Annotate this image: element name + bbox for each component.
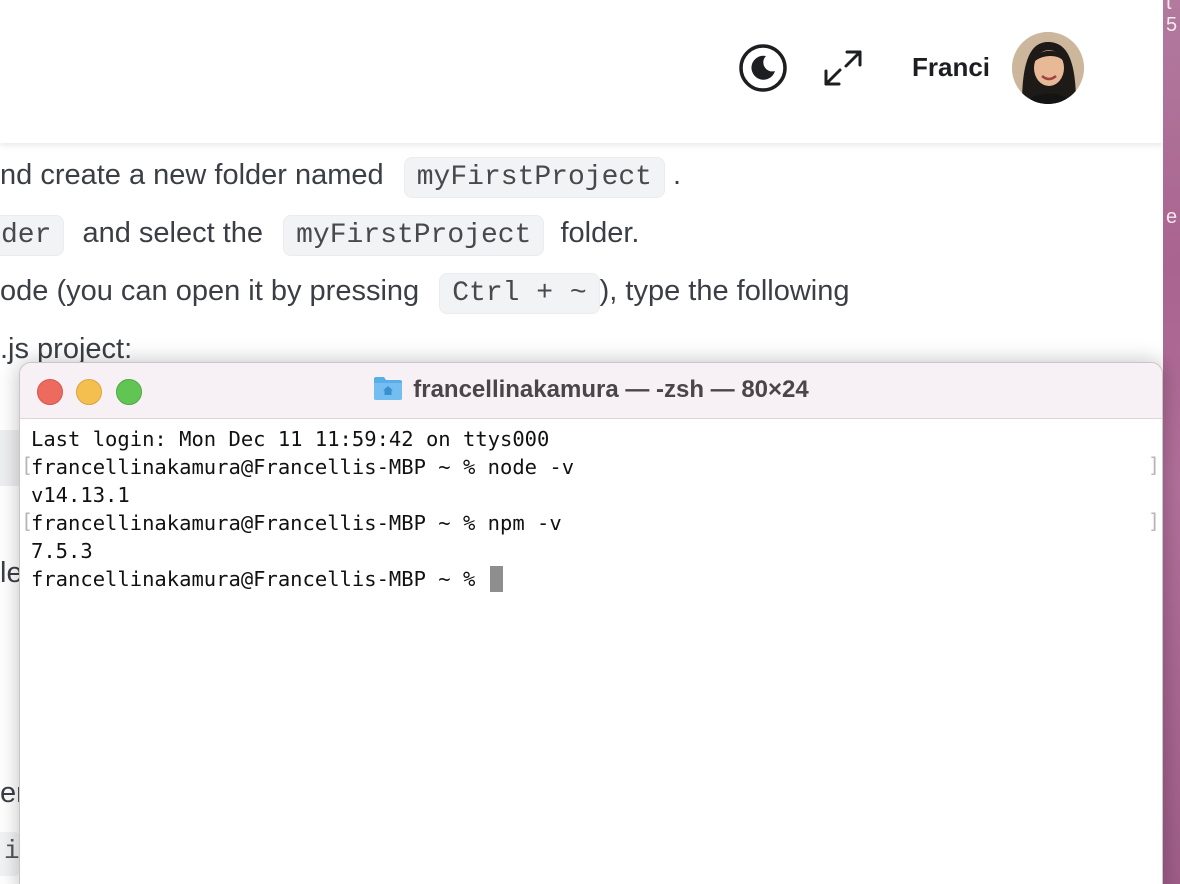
instruction-text: nd create a new folder named — [0, 159, 384, 191]
inline-code: Ctrl + ~ — [439, 273, 600, 314]
desktop-glyph: e — [1166, 206, 1178, 228]
terminal-line: francellinakamura@Francellis-MBP ~ % nod… — [31, 455, 575, 479]
instruction-line: der and select the myFirstProject folder… — [0, 215, 639, 256]
terminal-title-text: francellinakamura — -zsh — 80×24 — [413, 376, 809, 403]
instruction-text: ode (you can open it by pressing — [0, 275, 420, 307]
moon-toggle-icon[interactable] — [739, 44, 787, 92]
terminal-line: francellinakamura@Francellis-MBP ~ % npm… — [31, 511, 562, 535]
terminal-output[interactable]: Last login: Mon Dec 11 11:59:42 on ttys0… — [20, 419, 1162, 884]
terminal-title: francellinakamura — -zsh — 80×24 — [20, 375, 1162, 404]
code-block-edge — [0, 430, 20, 486]
desktop-wallpaper: t 5 e — [1163, 0, 1180, 884]
inline-code-fragment: i — [0, 832, 20, 876]
instruction-text: . — [673, 159, 682, 191]
desktop-glyph: 5 — [1166, 14, 1178, 36]
desktop-glyph: t — [1166, 0, 1172, 14]
inline-code: myFirstProject — [403, 157, 665, 198]
top-navbar: Franci — [0, 0, 1163, 143]
line-marker-right: ] — [1148, 509, 1161, 533]
instruction-text: ), type the following — [599, 275, 850, 307]
terminal-prompt-line: francellinakamura@Francellis-MBP ~ % — [31, 565, 503, 593]
instruction-text: and select the — [82, 217, 264, 249]
code-fragment-text: i — [4, 836, 20, 866]
user-name[interactable]: Franci — [912, 52, 990, 83]
home-folder-icon — [373, 375, 403, 401]
instruction-text: .js project: — [0, 333, 133, 365]
terminal-cursor — [489, 566, 503, 592]
inline-code: der — [0, 215, 65, 256]
terminal-prompt: francellinakamura@Francellis-MBP ~ % — [31, 567, 488, 591]
instruction-line: ode (you can open it by pressing Ctrl + … — [0, 273, 850, 314]
terminal-line: 7.5.3 — [31, 539, 93, 563]
expand-arrows-icon[interactable] — [822, 48, 864, 88]
instruction-text: folder. — [560, 217, 640, 249]
terminal-titlebar[interactable]: francellinakamura — -zsh — 80×24 — [20, 363, 1162, 419]
terminal-line: v14.13.1 — [31, 483, 130, 507]
user-avatar[interactable] — [1012, 32, 1084, 104]
terminal-window[interactable]: francellinakamura — -zsh — 80×24 Last lo… — [19, 362, 1163, 884]
instruction-line: nd create a new folder named myFirstProj… — [0, 157, 681, 198]
inline-code: myFirstProject — [283, 215, 545, 256]
terminal-line: Last login: Mon Dec 11 11:59:42 on ttys0… — [31, 427, 550, 451]
line-marker-right: ] — [1148, 453, 1161, 477]
